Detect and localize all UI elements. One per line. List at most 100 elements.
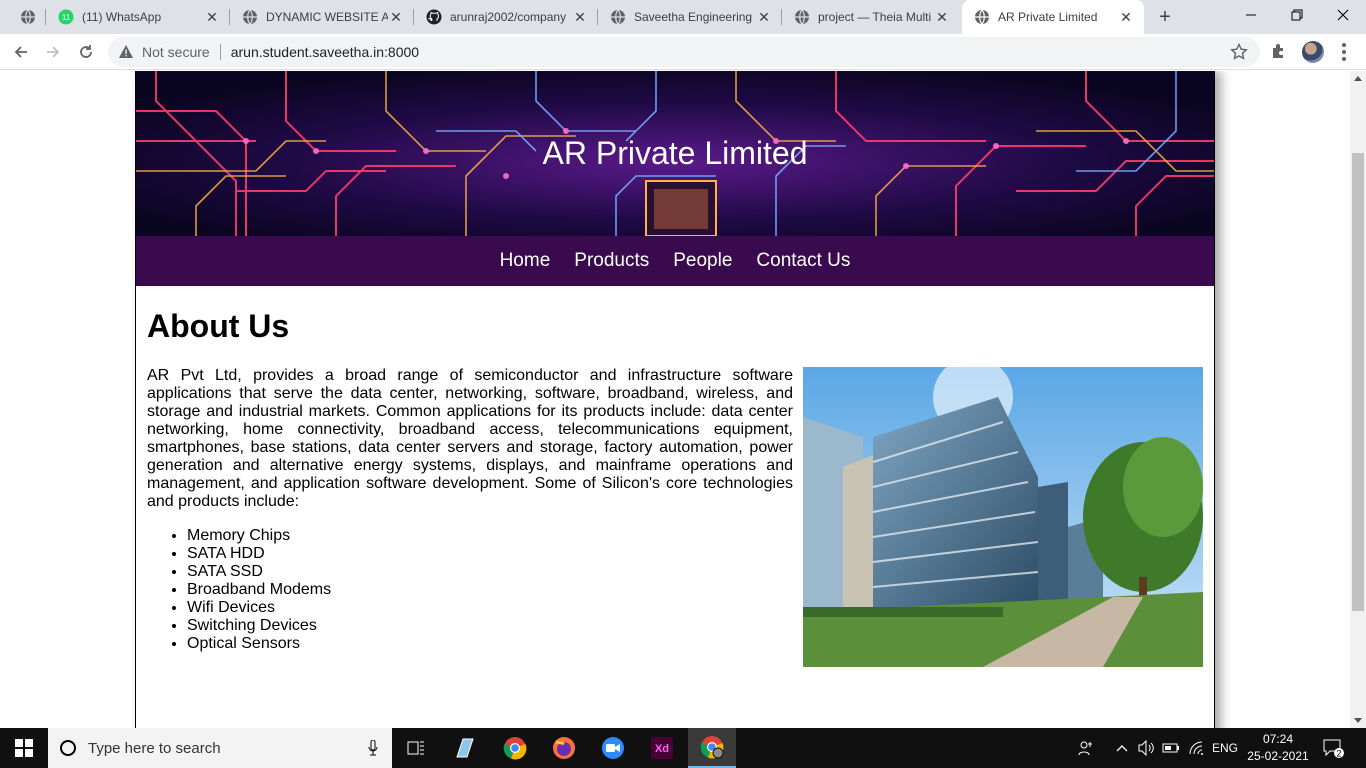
security-label: Not secure bbox=[142, 44, 210, 60]
battery-button[interactable] bbox=[1160, 728, 1182, 768]
list-item: Optical Sensors bbox=[187, 635, 331, 653]
taskbar-app-chrome[interactable] bbox=[491, 728, 539, 768]
profile-avatar[interactable] bbox=[1302, 41, 1324, 63]
whatsapp-icon: 11 bbox=[58, 9, 74, 25]
nav-products-link[interactable]: Products bbox=[574, 250, 649, 272]
about-paragraph: AR Pvt Ltd, provides a broad range of se… bbox=[147, 367, 793, 510]
scrollbar-thumb[interactable] bbox=[1352, 153, 1364, 611]
microphone-icon[interactable] bbox=[368, 740, 378, 756]
tab-title: Saveetha Engineering bbox=[634, 10, 753, 24]
tab-strip: 11 (11) WhatsApp ✕ DYNAMIC WEBSITE AR ✕ … bbox=[0, 0, 1366, 34]
scroll-up-arrow-icon[interactable] bbox=[1354, 76, 1362, 81]
svg-text:2: 2 bbox=[1336, 749, 1341, 759]
taskbar-search-box[interactable]: Type here to search bbox=[48, 728, 392, 768]
page-viewport: AR Private Limited Home Products People … bbox=[0, 71, 1350, 728]
close-tab-icon[interactable]: ✕ bbox=[572, 9, 588, 25]
reload-icon bbox=[80, 45, 92, 58]
show-hidden-icons-button[interactable] bbox=[1112, 728, 1132, 768]
site-title: AR Private Limited bbox=[542, 135, 808, 171]
globe-icon bbox=[242, 9, 258, 25]
tab-title: project — Theia Multi bbox=[818, 10, 932, 24]
nav-home-link[interactable]: Home bbox=[500, 250, 551, 272]
site-container: AR Private Limited Home Products People … bbox=[135, 71, 1215, 728]
chrome-profile-icon bbox=[700, 736, 724, 759]
scroll-down-arrow-icon[interactable] bbox=[1354, 718, 1362, 723]
windows-taskbar: Type here to search Xd ENG 07:24 25-02-2… bbox=[0, 728, 1366, 768]
close-tab-icon[interactable]: ✕ bbox=[204, 9, 220, 25]
taskbar-app-paint[interactable] bbox=[441, 728, 489, 768]
circuit-board-banner: AR Private Limited bbox=[136, 71, 1214, 236]
bookmark-star-icon[interactable] bbox=[1230, 43, 1248, 61]
reload-button[interactable] bbox=[74, 40, 98, 64]
close-icon bbox=[1337, 9, 1349, 21]
tab-whatsapp[interactable]: 11 (11) WhatsApp ✕ bbox=[46, 0, 230, 34]
nav-contact-link[interactable]: Contact Us bbox=[756, 250, 850, 272]
divider bbox=[219, 44, 221, 60]
site-navbar: Home Products People Contact Us bbox=[136, 236, 1214, 286]
close-tab-icon[interactable]: ✕ bbox=[1118, 9, 1134, 25]
taskbar-app-chrome-profile[interactable] bbox=[688, 728, 736, 768]
speaker-icon bbox=[1138, 740, 1154, 756]
tab-github[interactable]: arunraj2002/company ✕ bbox=[414, 0, 598, 34]
clock-date: 25-02-2021 bbox=[1247, 749, 1309, 763]
list-item: SATA HDD bbox=[187, 545, 331, 563]
browser-toolbar: Not secure arun.student.saveetha.in:8000 bbox=[0, 34, 1366, 70]
close-window-button[interactable] bbox=[1320, 0, 1366, 30]
tab-title: DYNAMIC WEBSITE AR bbox=[266, 10, 388, 24]
tab-pinned[interactable] bbox=[8, 0, 46, 34]
volume-button[interactable] bbox=[1136, 728, 1158, 768]
extensions-puzzle-icon[interactable] bbox=[1270, 42, 1288, 60]
tab-title: arunraj2002/company bbox=[450, 10, 567, 24]
tab-theia[interactable]: project — Theia Multi ✕ bbox=[782, 0, 960, 34]
taskbar-app-zoom[interactable] bbox=[589, 728, 637, 768]
address-bar[interactable]: Not secure arun.student.saveetha.in:8000 bbox=[108, 37, 1260, 67]
tab-dynamic-website[interactable]: DYNAMIC WEBSITE AR ✕ bbox=[230, 0, 414, 34]
tab-title: (11) WhatsApp bbox=[82, 10, 162, 24]
list-item: SATA SSD bbox=[187, 563, 331, 581]
windows-logo-icon bbox=[15, 739, 33, 757]
url-text[interactable]: arun.student.saveetha.in:8000 bbox=[231, 44, 419, 60]
globe-icon bbox=[974, 9, 990, 25]
task-view-button[interactable] bbox=[392, 728, 440, 768]
new-tab-button[interactable]: + bbox=[1153, 5, 1177, 29]
tab-saveetha[interactable]: Saveetha Engineering ✕ bbox=[598, 0, 782, 34]
wifi-button[interactable] bbox=[1186, 728, 1208, 768]
paint-3d-icon bbox=[456, 738, 474, 758]
back-button[interactable] bbox=[9, 40, 33, 64]
products-list: Memory Chips SATA HDD SATA SSD Broadband… bbox=[187, 527, 331, 653]
task-view-icon bbox=[407, 741, 424, 755]
list-item: Wifi Devices bbox=[187, 599, 331, 617]
search-placeholder: Type here to search bbox=[88, 739, 221, 757]
close-tab-icon[interactable]: ✕ bbox=[934, 9, 950, 25]
action-center-button[interactable]: 2 bbox=[1322, 738, 1344, 759]
people-tray-button[interactable] bbox=[1072, 728, 1100, 768]
clock[interactable]: 07:24 25-02-2021 bbox=[1244, 731, 1312, 765]
forward-arrow-icon bbox=[47, 46, 60, 58]
page-scrollbar[interactable] bbox=[1350, 71, 1366, 728]
warning-icon[interactable] bbox=[118, 44, 134, 60]
browser-menu-button[interactable] bbox=[1336, 42, 1352, 62]
zoom-icon bbox=[602, 737, 624, 759]
minimize-icon bbox=[1246, 14, 1256, 16]
search-icon bbox=[60, 740, 76, 756]
office-building-image bbox=[803, 367, 1203, 667]
close-tab-icon[interactable]: ✕ bbox=[756, 9, 772, 25]
restore-button[interactable] bbox=[1274, 0, 1320, 30]
list-item: Switching Devices bbox=[187, 617, 331, 635]
nav-people-link[interactable]: People bbox=[673, 250, 732, 272]
start-button[interactable] bbox=[0, 728, 48, 768]
close-tab-icon[interactable]: ✕ bbox=[388, 9, 404, 25]
language-indicator[interactable]: ENG bbox=[1210, 728, 1240, 768]
minimize-button[interactable] bbox=[1228, 0, 1274, 30]
taskbar-app-adobe-xd[interactable]: Xd bbox=[638, 728, 686, 768]
svg-text:11: 11 bbox=[62, 13, 71, 22]
adobe-xd-icon: Xd bbox=[651, 737, 673, 759]
globe-icon bbox=[20, 9, 36, 25]
tab-ar-private-limited[interactable]: AR Private Limited ✕ bbox=[962, 0, 1144, 34]
forward-button[interactable] bbox=[41, 40, 65, 64]
battery-icon bbox=[1162, 743, 1179, 753]
svg-text:Xd: Xd bbox=[655, 743, 669, 755]
taskbar-app-firefox[interactable] bbox=[540, 728, 588, 768]
tab-title: AR Private Limited bbox=[998, 10, 1098, 24]
firefox-icon bbox=[553, 737, 575, 759]
